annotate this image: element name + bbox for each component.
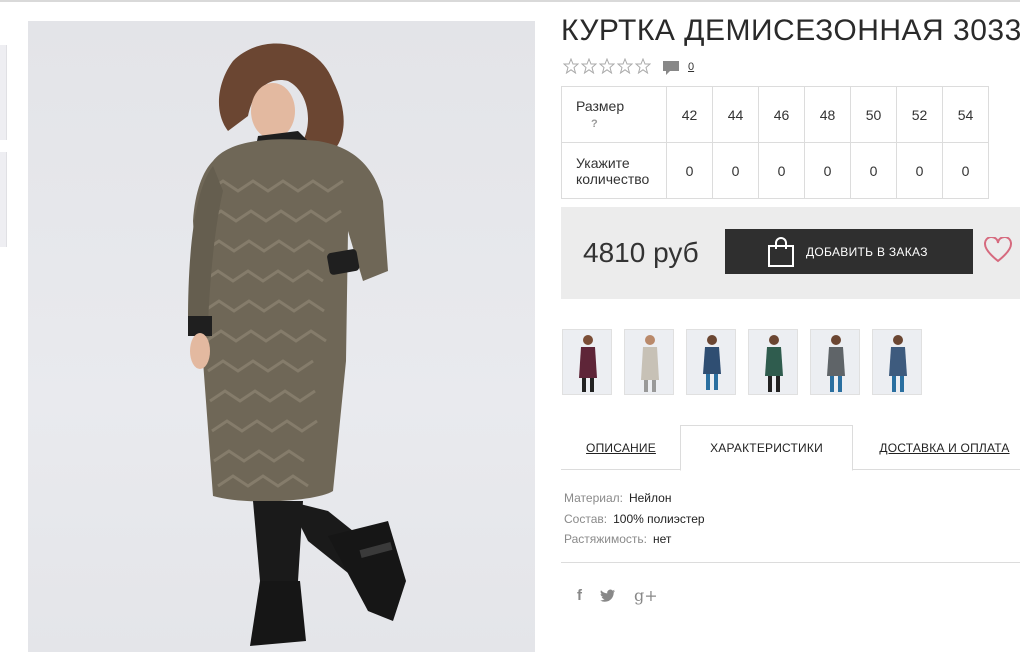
variant-figure	[827, 335, 845, 392]
star-icon[interactable]	[581, 58, 597, 74]
color-variant-thumb[interactable]	[624, 329, 674, 395]
spec-value: Нейлон	[628, 491, 672, 505]
star-icon[interactable]	[599, 58, 615, 74]
price: 4810 руб	[583, 237, 699, 268]
color-variants	[562, 329, 922, 395]
spec-key: Растяжимость:	[564, 532, 648, 546]
shopping-bag-icon	[768, 236, 794, 267]
size-help-icon[interactable]: ?	[576, 116, 652, 132]
spec-value: 100% полиэстер	[613, 511, 705, 526]
color-variant-thumb[interactable]	[872, 329, 922, 395]
size-table: Размер ? 42 44 46 48 50 52 54 Укажите ко…	[561, 86, 989, 199]
size-cell: 42	[666, 86, 713, 143]
add-to-order-button[interactable]: ДОБАВИТЬ В ЗАКАЗ	[725, 229, 973, 274]
google-plus-icon[interactable]: g+	[634, 586, 658, 605]
comment-icon[interactable]	[662, 60, 680, 76]
add-to-order-label: ДОБАВИТЬ В ЗАКАЗ	[806, 244, 928, 259]
spec-key: Материал:	[564, 491, 623, 505]
quantity-input[interactable]: 0	[804, 142, 851, 199]
star-icon[interactable]	[635, 58, 651, 74]
price-panel: 4810 руб ДОБАВИТЬ В ЗАКАЗ	[561, 207, 1020, 299]
tab-description[interactable]: ОПИСАНИЕ	[561, 425, 681, 470]
color-variant-thumb[interactable]	[562, 329, 612, 395]
product-main-image[interactable]	[28, 21, 535, 652]
color-variant-thumb[interactable]	[748, 329, 798, 395]
top-border	[0, 0, 1020, 2]
star-icon[interactable]	[617, 58, 633, 74]
size-cell: 46	[758, 86, 805, 143]
quantity-input[interactable]: 0	[942, 142, 989, 199]
comment-count-link[interactable]: 0	[688, 61, 694, 73]
spec-row: Материал: Нейлон	[564, 488, 705, 509]
twitter-icon[interactable]	[600, 589, 616, 603]
heart-icon[interactable]	[984, 237, 1012, 263]
variant-figure	[889, 335, 907, 392]
tab-characteristics[interactable]: ХАРАКТЕРИСТИКИ	[680, 425, 853, 471]
star-icon[interactable]	[563, 58, 579, 74]
quantity-row-label: Укажите количество	[561, 142, 667, 199]
tab-delivery[interactable]: ДОСТАВКА И ОПЛАТА	[869, 425, 1020, 470]
spec-key: Состав:	[564, 511, 608, 526]
product-tabs: ОПИСАНИЕ ХАРАКТЕРИСТИКИ ДОСТАВКА И ОПЛАТ…	[561, 425, 1020, 471]
facebook-icon[interactable]: f	[577, 587, 582, 604]
size-cell: 50	[850, 86, 897, 143]
size-label: Размер	[576, 97, 625, 114]
variant-figure	[765, 335, 783, 392]
rating-stars[interactable]	[563, 58, 651, 74]
variant-figure	[641, 335, 659, 392]
quantity-input[interactable]: 0	[896, 142, 943, 199]
qty-label-line1: Укажите	[576, 154, 630, 171]
spec-row: Растяжимость: нет	[564, 529, 705, 550]
product-title: КУРТКА ДЕМИСЕЗОННАЯ 3033	[561, 14, 1020, 47]
divider	[561, 562, 1020, 563]
qty-label-line2: количество	[576, 170, 650, 187]
color-variant-thumb[interactable]	[686, 329, 736, 395]
spec-value: нет	[653, 532, 672, 546]
variant-figure	[579, 335, 597, 392]
size-cell: 52	[896, 86, 943, 143]
size-cell: 44	[712, 86, 759, 143]
spec-row: Состав: 100% полиэстер	[564, 509, 705, 530]
gallery-thumb-2[interactable]	[0, 152, 7, 247]
specs-list: Материал: Нейлон Состав: 100% полиэстер Ра…	[564, 488, 705, 550]
size-cell: 54	[942, 86, 989, 143]
social-share: f g+	[577, 586, 658, 605]
size-row-label: Размер ?	[561, 86, 667, 143]
model-illustration	[188, 43, 406, 646]
size-cell: 48	[804, 86, 851, 143]
quantity-input[interactable]: 0	[758, 142, 805, 199]
variant-figure	[703, 335, 721, 390]
quantity-input[interactable]: 0	[666, 142, 713, 199]
gallery-thumb-1[interactable]	[0, 45, 7, 140]
quantity-input[interactable]: 0	[850, 142, 897, 199]
color-variant-thumb[interactable]	[810, 329, 860, 395]
quantity-input[interactable]: 0	[712, 142, 759, 199]
